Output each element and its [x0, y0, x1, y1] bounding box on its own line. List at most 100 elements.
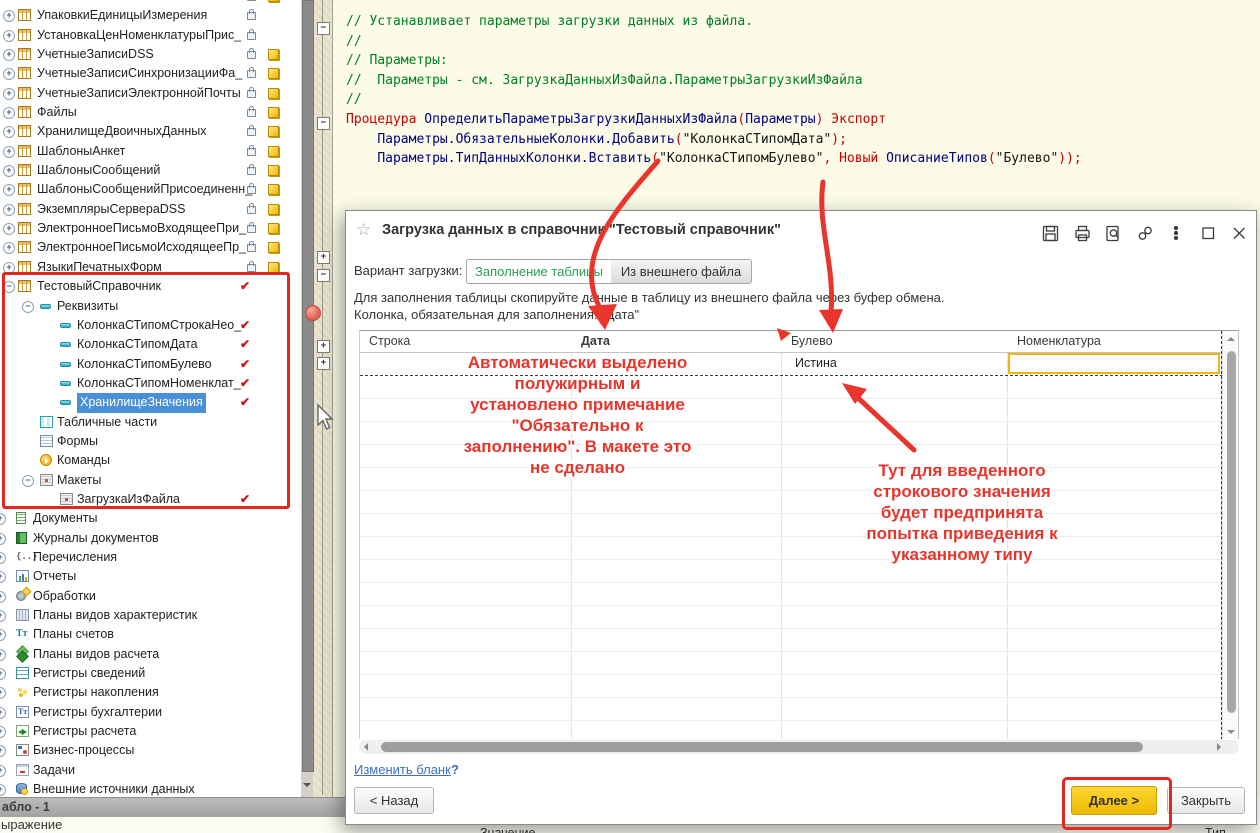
table-cell[interactable] — [782, 422, 1008, 444]
expand-plus-icon[interactable]: + — [3, 107, 15, 119]
fold-marker-icon[interactable]: − — [317, 117, 330, 130]
tab-from-external-file[interactable]: Из внешнего файла — [611, 259, 752, 284]
tree-item-ТестовыйСправочник[interactable]: −ТестовыйСправочник✔ — [0, 277, 301, 296]
tree-item-УчетныеЗаписиСинхронизацииФа_[interactable]: +УчетныеЗаписиСинхронизацииФа_ — [0, 64, 301, 83]
table-cell[interactable] — [360, 698, 572, 720]
expand-plus-icon[interactable]: + — [3, 10, 15, 22]
tree-item-Табличные части[interactable]: Табличные части — [0, 413, 301, 432]
table-cell[interactable] — [360, 606, 572, 628]
table-cell[interactable] — [360, 721, 572, 739]
metadata-tree[interactable]: +УпаковкиЕдиницыИзмерения+УстановкаЦенНо… — [0, 0, 302, 797]
tree-item-Бизнес-процессы[interactable]: +Бизнес-процессы — [0, 741, 301, 760]
tree-item-ЗагрузкаИзФайла[interactable]: ЗагрузкаИзФайла✔ — [0, 490, 301, 509]
expand-plus-icon[interactable]: + — [0, 513, 6, 525]
table-cell[interactable] — [782, 652, 1008, 674]
tree-scrollbar-thumb[interactable] — [302, 0, 314, 772]
table-cell[interactable] — [782, 399, 1008, 421]
expand-plus-icon[interactable]: + — [0, 707, 6, 719]
table-cell[interactable] — [360, 537, 572, 559]
table-cell[interactable] — [360, 652, 572, 674]
expand-plus-icon[interactable]: + — [3, 223, 15, 235]
table-cell[interactable] — [1008, 698, 1222, 720]
tree-scrollbar-down-arrow-icon[interactable] — [303, 783, 311, 791]
table-cell[interactable] — [1008, 399, 1222, 421]
tree-item-Журналы документов[interactable]: +Журналы документов — [0, 529, 301, 548]
tree-item-Задачи[interactable]: +Задачи — [0, 761, 301, 780]
close-button[interactable]: Закрыть — [1167, 787, 1245, 814]
table-cell[interactable] — [360, 560, 572, 582]
link-icon[interactable] — [1136, 224, 1156, 244]
table-cell[interactable] — [1008, 606, 1222, 628]
table-cell[interactable] — [572, 675, 782, 697]
table-cell[interactable] — [1008, 583, 1222, 605]
tree-item-Регистры бухгалтерии[interactable]: +Регистры бухгалтерии — [0, 703, 301, 722]
expand-plus-icon[interactable]: + — [3, 126, 15, 138]
tree-item-ШаблоныАнкет[interactable]: +ШаблоныАнкет — [0, 142, 301, 161]
expand-plus-icon[interactable]: + — [3, 184, 15, 196]
expand-plus-icon[interactable]: + — [0, 765, 6, 777]
expand-plus-icon[interactable]: + — [3, 49, 15, 61]
vertical-scroll-thumb[interactable] — [1227, 351, 1236, 713]
back-button[interactable]: < Назад — [354, 787, 434, 814]
table-cell[interactable] — [1008, 652, 1222, 674]
expand-plus-icon[interactable]: + — [3, 204, 15, 216]
expand-plus-icon[interactable]: + — [3, 165, 15, 177]
expand-plus-icon[interactable]: + — [0, 629, 6, 641]
expand-plus-icon[interactable]: + — [3, 146, 15, 158]
fold-marker-icon[interactable]: − — [317, 22, 330, 35]
expand-plus-icon[interactable]: + — [3, 30, 15, 42]
expand-plus-icon[interactable]: + — [3, 242, 15, 254]
table-cell[interactable] — [782, 583, 1008, 605]
expand-plus-icon[interactable]: + — [0, 591, 6, 603]
scroll-left-arrow-icon[interactable] — [364, 743, 368, 751]
table-cell[interactable] — [1008, 629, 1222, 651]
table-cell[interactable] — [782, 698, 1008, 720]
tree-item-Документы[interactable]: +Документы — [0, 509, 301, 528]
table-cell[interactable] — [572, 583, 782, 605]
table-cell[interactable] — [1008, 422, 1222, 444]
favorite-star-icon[interactable]: ☆ — [356, 220, 371, 240]
tree-item-Файлы[interactable]: +Файлы — [0, 103, 301, 122]
expand-plus-icon[interactable]: + — [0, 610, 6, 622]
fold-marker-icon[interactable]: + — [317, 357, 330, 370]
expand-plus-icon[interactable]: + — [0, 668, 6, 680]
tree-item-Регистры сведений[interactable]: +Регистры сведений — [0, 664, 301, 683]
expand-plus-icon[interactable]: + — [0, 649, 6, 661]
table-horizontal-scrollbar[interactable] — [359, 740, 1239, 754]
tree-item-Обработки[interactable]: +Обработки — [0, 587, 301, 606]
table-cell[interactable] — [572, 629, 782, 651]
preview-icon[interactable] — [1104, 224, 1124, 244]
table-cell[interactable] — [782, 675, 1008, 697]
table-cell[interactable] — [360, 514, 572, 536]
tree-item-Команды[interactable]: Команды — [0, 451, 301, 470]
expand-plus-icon[interactable]: + — [0, 687, 6, 699]
table-cell[interactable] — [572, 721, 782, 739]
collapse-minus-icon[interactable]: − — [22, 475, 34, 487]
table-cell[interactable]: Истина — [782, 353, 1008, 375]
collapse-minus-icon[interactable]: − — [3, 281, 15, 293]
maximize-icon[interactable] — [1199, 224, 1219, 244]
table-cell[interactable] — [572, 652, 782, 674]
table-cell[interactable] — [572, 698, 782, 720]
table-cell[interactable] — [360, 583, 572, 605]
more-icon[interactable] — [1167, 224, 1187, 244]
scroll-right-arrow-icon[interactable] — [1217, 743, 1221, 751]
tree-item-Планы видов характеристик[interactable]: +Планы видов характеристик — [0, 606, 301, 625]
table-vertical-scrollbar[interactable] — [1222, 331, 1239, 739]
table-cell[interactable] — [360, 675, 572, 697]
table-cell[interactable] — [572, 514, 782, 536]
save-icon[interactable] — [1041, 224, 1061, 244]
expand-plus-icon[interactable]: + — [0, 552, 6, 564]
expand-plus-icon[interactable]: + — [3, 68, 15, 80]
table-cell[interactable] — [572, 491, 782, 513]
table-cell[interactable] — [572, 560, 782, 582]
tree-item-КолонкаСТипомБулево[interactable]: КолонкаСТипомБулево✔ — [0, 355, 301, 374]
tree-item-Регистры накопления[interactable]: +Регистры накопления — [0, 683, 301, 702]
scroll-down-arrow-icon[interactable] — [1227, 730, 1235, 734]
table-cell[interactable] — [782, 721, 1008, 739]
tree-item-Макеты[interactable]: −Макеты — [0, 471, 301, 490]
tree-item-Отчеты[interactable]: +Отчеты — [0, 567, 301, 586]
tree-item-УчетныеЗаписиЭлектроннойПочты[interactable]: +УчетныеЗаписиЭлектроннойПочты — [0, 84, 301, 103]
help-link[interactable]: ? — [451, 762, 459, 777]
column-header-1[interactable]: Дата — [572, 331, 782, 352]
